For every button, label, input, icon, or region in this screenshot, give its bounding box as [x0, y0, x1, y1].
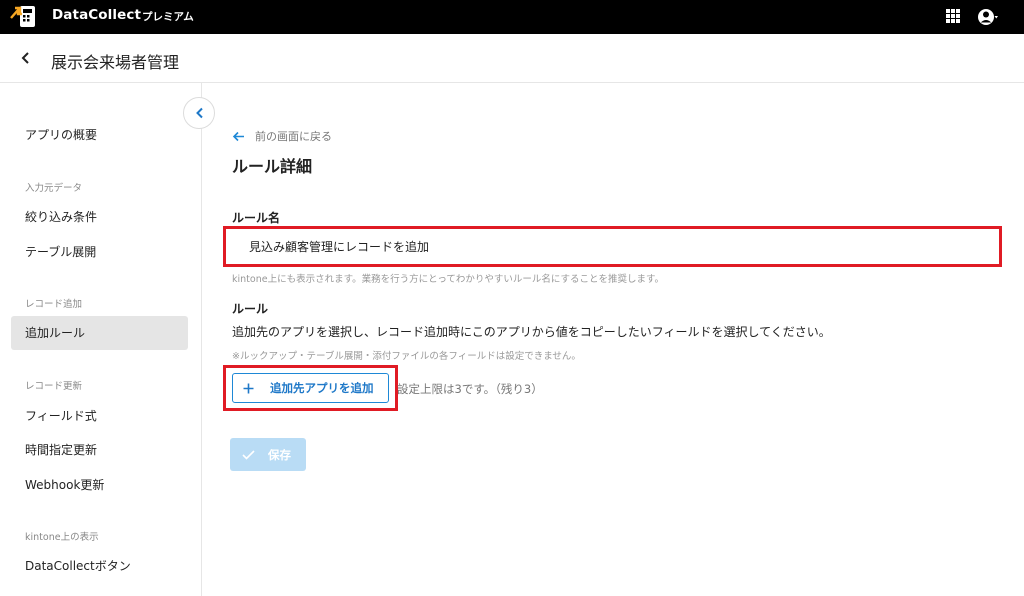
sidebar-item-dc-button[interactable]: DataCollectボタン	[11, 549, 188, 583]
sidebar-item-filter[interactable]: 絞り込み条件	[11, 200, 188, 234]
sidebar-item-scheduled-update[interactable]: 時間指定更新	[11, 433, 188, 467]
page-title: ルール詳細	[232, 157, 313, 176]
back-link-label: 前の画面に戻る	[255, 130, 332, 143]
app-header: 展示会来場者管理	[0, 34, 1024, 83]
rule-name-input[interactable]: 見込み顧客管理にレコードを追加	[249, 236, 989, 258]
back-chevron-icon[interactable]	[18, 50, 34, 66]
main-content: 前の画面に戻る ルール詳細 ルール名 見込み顧客管理にレコードを追加 kinto…	[203, 83, 1024, 596]
rule-label: ルール	[232, 302, 269, 316]
sidebar-item-overview[interactable]: アプリの概要	[11, 118, 188, 152]
chevron-left-icon	[196, 107, 203, 119]
add-target-app-label: 追加先アプリを追加	[270, 381, 374, 395]
account-menu-icon[interactable]	[977, 6, 999, 28]
rule-name-help: kintone上にも表示されます。業務を行う方にとってわかりやすいルール名にする…	[232, 274, 665, 285]
sidebar-collapse-button[interactable]	[183, 97, 215, 129]
sidebar: アプリの概要 入力元データ 絞り込み条件 テーブル展開 レコード追加 追加ルール…	[0, 83, 202, 596]
app-title: 展示会来場者管理	[51, 53, 180, 72]
sidebar-item-webhook-update[interactable]: Webhook更新	[11, 468, 188, 502]
rule-name-field: 見込み顧客管理にレコードを追加	[223, 226, 1002, 267]
add-app-highlight: 追加先アプリを追加	[223, 365, 398, 411]
save-button-label: 保存	[268, 447, 291, 462]
sidebar-section-input: 入力元データ	[25, 183, 83, 194]
sidebar-section-add: レコード追加	[25, 299, 83, 310]
check-icon	[242, 449, 255, 460]
brand-name: DataCollect	[52, 7, 142, 23]
plan-badge: プレミアム	[142, 11, 194, 23]
add-target-app-button[interactable]: 追加先アプリを追加	[232, 373, 389, 403]
rule-description: 追加先のアプリを選択し、レコード追加時にこのアプリから値をコピーしたいフィールド…	[232, 325, 831, 339]
sidebar-section-kintone: kintone上の表示	[25, 532, 99, 543]
sidebar-item-add-rule[interactable]: 追加ルール	[11, 316, 188, 350]
apps-grid-icon[interactable]	[946, 9, 960, 23]
sidebar-section-update: レコード更新	[25, 381, 83, 392]
top-bar: DataCollect プレミアム	[0, 0, 1024, 34]
sidebar-item-field-formula[interactable]: フィールド式	[11, 399, 188, 433]
datacollect-logo-icon	[10, 6, 35, 27]
arrow-left-icon	[232, 131, 244, 141]
save-button[interactable]: 保存	[230, 438, 306, 471]
back-link[interactable]: 前の画面に戻る	[232, 128, 332, 144]
rule-note: ※ルックアップ・テーブル展開・添付ファイルの各フィールドは設定できません。	[232, 351, 581, 362]
sidebar-item-table-expand[interactable]: テーブル展開	[11, 235, 188, 269]
rule-name-label: ルール名	[232, 211, 281, 225]
limit-text: 設定上限は3です。（残り3）	[397, 382, 543, 396]
plus-icon	[243, 383, 254, 393]
